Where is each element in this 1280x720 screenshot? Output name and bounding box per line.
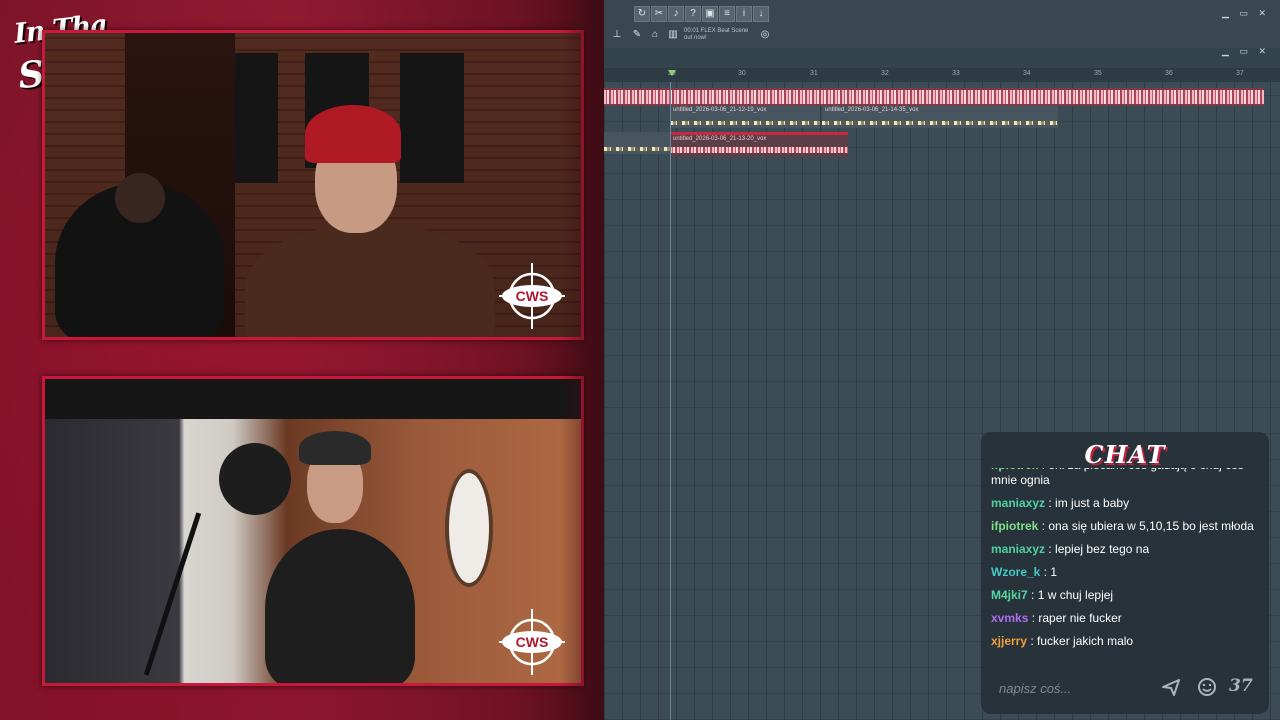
- bar-number: 31: [810, 70, 818, 77]
- mic-icon[interactable]: ♪: [668, 6, 684, 22]
- trash-icon[interactable]: ▥: [666, 28, 680, 42]
- chat-username[interactable]: ifpiotrek: [991, 468, 1038, 472]
- acoustic-panel: [400, 53, 464, 183]
- bar-number: 32: [881, 70, 889, 77]
- cws-watermark-icon: CWS: [497, 607, 567, 677]
- flex-line-2: out now!: [684, 35, 707, 41]
- chat-message-input[interactable]: [997, 678, 1171, 698]
- svg-text:CWS: CWS: [516, 634, 549, 650]
- scissors-icon[interactable]: ✂: [651, 6, 667, 22]
- chat-message: xvmks : raper nie fucker: [991, 611, 1267, 626]
- chat-message: Wzore_k : 1: [991, 565, 1267, 580]
- bar-number: 34: [1023, 70, 1031, 77]
- chat-message: ifpiotrek : ona się ubiera w 5,10,15 bo …: [991, 519, 1267, 534]
- svg-text:CWS: CWS: [516, 288, 549, 304]
- flex-line-1: 00:01 FLEX Beat Scene: [684, 28, 749, 34]
- chat-message-list[interactable]: ifpiotrek : oni za plecami coś gadają o …: [991, 468, 1267, 668]
- daw-toolbar: ↻ ✂ ♪ ? ▣ ≡ i ↓ ⊥ ✎ ⌂ ▥ 00:01 FLEX Beat …: [604, 0, 1280, 48]
- clip-title: untitled_2026-03-06_21-13-20_vox: [673, 136, 767, 142]
- bar-number: 29: [668, 70, 676, 77]
- mixer-icon[interactable]: ≡: [719, 6, 735, 22]
- chat-panel: CHAT ifpiotrek : oni za plecami coś gada…: [981, 432, 1269, 714]
- chat-username[interactable]: maniaxyz: [991, 542, 1045, 556]
- waveform: [670, 121, 820, 125]
- chat-message-text: : im just a baby: [1048, 496, 1130, 510]
- chat-title: CHAT: [1084, 440, 1166, 469]
- bar-number: 35: [1094, 70, 1102, 77]
- vocal-clip[interactable]: untitled_2026-03-06_21-12-19_vox: [670, 106, 820, 128]
- cws-watermark-icon: CWS: [497, 261, 567, 331]
- webcam-studio-room: CWS: [42, 30, 584, 340]
- person-main-shirt: [245, 223, 495, 337]
- pin-icon[interactable]: ⊥: [610, 28, 624, 42]
- flex-news-ticker[interactable]: 00:01 FLEX Beat Scene out now!: [684, 28, 748, 42]
- emote-button[interactable]: 37: [1229, 676, 1261, 696]
- mic-stand: [143, 512, 202, 676]
- chat-message: ifpiotrek : oni za plecami coś gadają o …: [991, 468, 1267, 488]
- paint-icon[interactable]: ⌂: [648, 28, 662, 42]
- chat-message: xjjerry : fucker jakich malo: [991, 634, 1267, 649]
- timeline-ruler[interactable]: 29 30 31 32 33 34 35 36 37: [604, 68, 1280, 82]
- download-icon[interactable]: ↓: [753, 6, 769, 22]
- bar-number: 37: [1236, 70, 1244, 77]
- vocal-clip-continued[interactable]: [604, 132, 670, 154]
- vocalist-tshirt: [265, 529, 415, 683]
- chat-message: M4jki7 : 1 w chuj lepjej: [991, 588, 1267, 603]
- chat-username[interactable]: ifpiotrek: [991, 519, 1038, 533]
- chat-message-text: : lepiej bez tego na: [1048, 542, 1150, 556]
- vocalist-headphones-icon: [299, 431, 371, 465]
- save-icon[interactable]: ▣: [702, 6, 718, 22]
- globe-icon[interactable]: ◎: [758, 28, 772, 42]
- bar-number: 36: [1165, 70, 1173, 77]
- chat-username[interactable]: Wzore_k: [991, 565, 1040, 579]
- info-icon[interactable]: i: [736, 6, 752, 22]
- daw-window-controls[interactable]: ▁ ▭ ✕: [1222, 8, 1270, 19]
- chat-username[interactable]: xvmks: [991, 611, 1028, 625]
- webcam-vocal-booth: CWS: [42, 376, 584, 686]
- microphone-pop-filter: [219, 443, 291, 515]
- clip-title: untitled_2026-03-06_21-12-19_vox: [673, 107, 767, 113]
- vocal-clip[interactable]: untitled_2026-03-06_21-14-35_vox: [822, 106, 1058, 128]
- waveform: [670, 147, 848, 153]
- chat-message-text: : raper nie fucker: [1031, 611, 1122, 625]
- chat-message-text: : fucker jakich malo: [1030, 634, 1134, 648]
- waveform: [604, 90, 1264, 104]
- chat-username[interactable]: maniaxyz: [991, 496, 1045, 510]
- waveform: [822, 121, 1058, 125]
- send-icon[interactable]: [1161, 677, 1181, 697]
- chat-message-text: : 1 w chuj lepjej: [1031, 588, 1114, 602]
- refresh-icon[interactable]: ↻: [634, 6, 650, 22]
- chat-username[interactable]: xjjerry: [991, 634, 1027, 648]
- bar-number: 33: [952, 70, 960, 77]
- playback-position-line: [670, 82, 671, 720]
- bar-number: 30: [738, 70, 746, 77]
- chat-message: maniaxyz : lepiej bez tego na: [991, 542, 1267, 557]
- booth-window: [445, 469, 493, 587]
- help-icon[interactable]: ?: [685, 6, 701, 22]
- chat-message-text: : ona się ubiera w 5,10,15 bo jest młoda: [1041, 519, 1254, 533]
- beat-audio-clip[interactable]: [604, 88, 1264, 106]
- chat-input-bar: 37: [985, 670, 1265, 704]
- chat-username[interactable]: M4jki7: [991, 588, 1028, 602]
- clip-title: untitled_2026-03-06_21-14-35_vox: [825, 107, 919, 113]
- emoji-icon[interactable]: [1197, 677, 1217, 697]
- pencil-icon[interactable]: ✎: [630, 28, 644, 42]
- vocal-clip-selected[interactable]: untitled_2026-03-06_21-13-20_vox: [670, 132, 848, 157]
- red-beanie: [305, 105, 401, 163]
- person-left-head: [115, 173, 165, 223]
- waveform: [604, 147, 670, 151]
- booth-ceiling: [45, 379, 581, 419]
- playlist-window-controls[interactable]: ▁ ▭ ✕: [1222, 46, 1270, 57]
- chat-message-text: : 1: [1043, 565, 1058, 579]
- chat-message: maniaxyz : im just a baby: [991, 496, 1267, 511]
